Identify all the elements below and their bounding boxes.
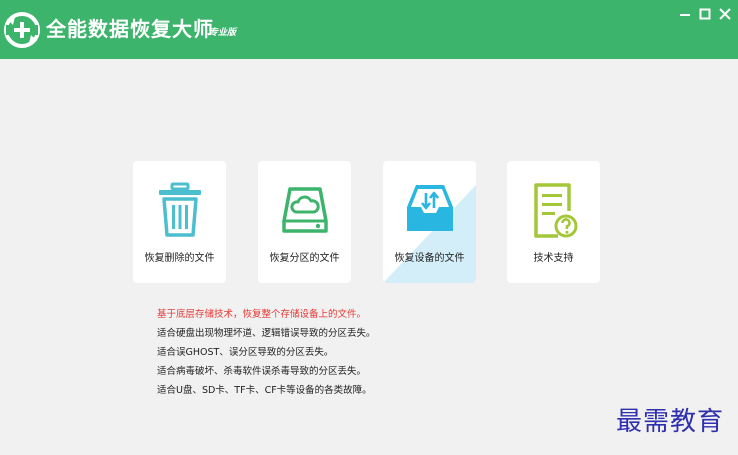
description-highlight: 基于底层存储技术，恢复整个存储设备上的文件。	[157, 309, 367, 320]
card-label: 恢复分区的文件	[269, 253, 340, 264]
description-line: 适合硬盘出现物理坏道、逻辑错误导致的分区丢失。	[157, 328, 376, 339]
card-label: 恢复设备的文件	[394, 253, 465, 264]
maximize-button[interactable]	[697, 6, 713, 22]
description-line: 适合U盘、SD卡、TF卡、CF卡等设备的各类故障。	[157, 385, 372, 396]
device-sync-icon	[407, 185, 453, 231]
trash-can-icon	[159, 182, 201, 237]
app-title: 全能数据恢复大师	[46, 17, 214, 41]
recover-deleted-files-card[interactable]: 恢复删除的文件	[133, 161, 226, 283]
minimize-button[interactable]	[677, 6, 693, 22]
close-button[interactable]	[717, 6, 733, 22]
card-label: 恢复删除的文件	[144, 253, 215, 264]
watermark-text: 最需教育	[616, 407, 725, 437]
close-icon	[719, 8, 731, 20]
tech-support-card[interactable]: 技术支持	[507, 161, 600, 283]
recover-partition-files-card[interactable]: 恢复分区的文件	[258, 161, 351, 283]
hard-drive-cloud-icon	[282, 187, 328, 233]
edition-badge: 专业版	[209, 28, 237, 38]
document-help-icon	[534, 183, 578, 238]
title-bar: 全能数据恢复大师 专业版	[0, 0, 738, 59]
card-label: 技术支持	[533, 253, 574, 264]
maximize-icon	[699, 8, 711, 20]
description-line: 适合病毒破坏、杀毒软件误杀毒导致的分区丢失。	[157, 366, 367, 377]
recover-device-files-card[interactable]: 恢复设备的文件	[383, 161, 476, 283]
description-line: 适合误GHOST、误分区导致的分区丢失。	[157, 347, 334, 358]
minimize-icon	[680, 14, 690, 16]
recovery-logo-icon	[4, 12, 40, 48]
